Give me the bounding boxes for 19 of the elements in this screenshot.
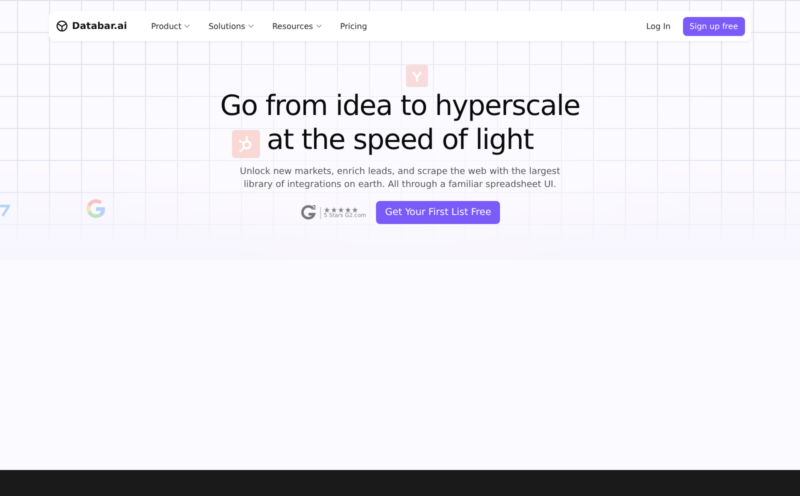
caret-icon bbox=[184, 24, 190, 28]
nav-link[interactable]: Solutions bbox=[208, 22, 254, 30]
caret-icon bbox=[316, 24, 322, 28]
hub-logo-icon bbox=[232, 129, 260, 159]
g2-logo-icon bbox=[300, 204, 317, 221]
logo-icon bbox=[0, 203, 10, 219]
cta-button[interactable]: Get Your First List Free bbox=[376, 201, 500, 224]
nav-link[interactable]: Product bbox=[151, 22, 190, 30]
nav-link[interactable]: Resources bbox=[272, 22, 322, 30]
caret-icon bbox=[248, 24, 254, 28]
brand-name[interactable]: Databar.ai bbox=[72, 20, 128, 32]
signup-button[interactable]: Sign up free bbox=[682, 16, 745, 36]
hero-subtitle: Unlock new markets, enrich leads, and scrape the web with the largest library of integrations on earth. All through a familiar spreadsheet UI. bbox=[240, 166, 560, 191]
nav-link[interactable]: Pricing bbox=[340, 22, 368, 30]
login-link[interactable]: Log In bbox=[646, 22, 671, 30]
hero-heading-line: Go from idea to hyperscale bbox=[220, 89, 580, 123]
google-logo-icon bbox=[84, 197, 108, 221]
cube-logo-icon bbox=[56, 20, 68, 32]
hero-heading-line: at the speed of light bbox=[266, 123, 534, 157]
